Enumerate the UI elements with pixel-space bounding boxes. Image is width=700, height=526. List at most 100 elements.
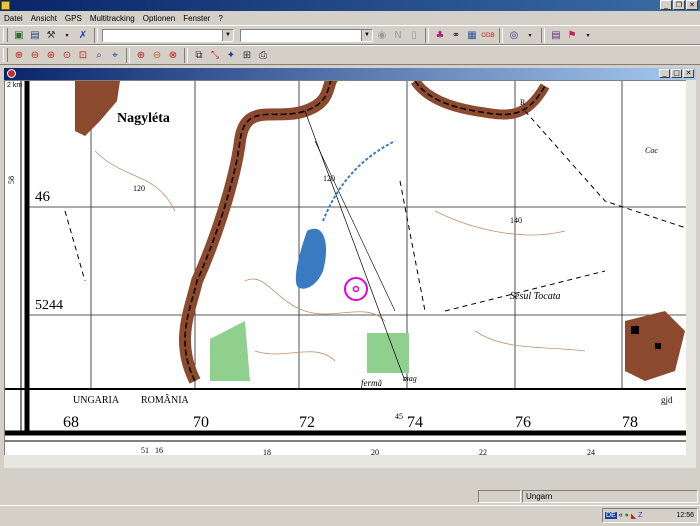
grid-label-bottom: 70 (193, 414, 209, 431)
grid-label-left: 46 (35, 189, 51, 205)
menu-datei[interactable]: Datei (0, 14, 27, 23)
separator (541, 27, 545, 43)
tracks-icon[interactable]: ♣ (433, 28, 447, 42)
zoom-back-icon[interactable]: ⌖ (108, 48, 122, 62)
network-icon[interactable]: ● (625, 512, 629, 519)
app-title-bar: _ ❐ ✕ (0, 0, 700, 11)
toolbar-main: ▣ ▤ ⚒ ▾ ✗ ▼ ▼ ◉ N ▯ ♣ ⚭ ▦ ODB ◎ ▾ ▤ ⚑ ▾ (0, 25, 700, 45)
status-bar: Ungarn (0, 488, 700, 504)
zoom-icon[interactable]: ⊛ (44, 48, 58, 62)
open-icon[interactable]: ▣ (12, 28, 26, 42)
map-view[interactable]: Nagyléta Sesul Tocata fermă UNGARIA ROMÂ… (4, 80, 696, 468)
map-label-gjd: Coc (645, 146, 658, 155)
map-selector-dropdown[interactable]: ▼ (102, 28, 234, 42)
system-tray: DE « ● ◣ Z 12:56 (602, 508, 698, 523)
chevron-down-icon[interactable]: ▼ (222, 29, 233, 41)
spot-height-label: 140 (510, 216, 522, 225)
map-label-coc: gjd (661, 395, 673, 405)
layers-icon[interactable]: ⧉ (192, 48, 206, 62)
border-label-ungaria: UNGARIA (73, 395, 120, 406)
grid-label-bottom: 76 (515, 414, 531, 431)
map-close-button[interactable]: ✕ (683, 69, 694, 78)
grid-label-bottom: 74 (407, 414, 423, 431)
cancel-icon[interactable]: ✗ (76, 28, 90, 42)
zoom-out-icon[interactable]: ⊖ (28, 48, 42, 62)
compass-icon[interactable]: ✦ (224, 48, 238, 62)
map-window-icon (7, 69, 16, 78)
menu-ansicht[interactable]: Ansicht (27, 14, 61, 23)
menu-gps[interactable]: GPS (61, 14, 86, 23)
menu-fenster[interactable]: Fenster (179, 14, 214, 23)
minimize-button[interactable]: _ (660, 0, 672, 10)
language-indicator[interactable]: DE (605, 512, 617, 519)
grid-label-small: 45 (395, 412, 403, 421)
grid-icon[interactable]: ⊞ (240, 48, 254, 62)
place-label-ferma: fermă (361, 378, 382, 388)
menu-help[interactable]: ? (214, 14, 226, 23)
grid-label-bottom: 78 (622, 414, 638, 431)
chevron-left-icon[interactable]: « (619, 512, 623, 519)
close-button[interactable]: ✕ (686, 0, 698, 10)
separator (499, 27, 503, 43)
spot-height-label: 120 (323, 174, 335, 183)
zoom-search-icon[interactable]: ⌕ (92, 48, 106, 62)
horizontal-scrollbar[interactable] (4, 455, 696, 468)
zoom-in-icon[interactable]: ⊕ (12, 48, 26, 62)
antivirus-icon[interactable]: ◣ (631, 512, 636, 520)
border-label-romania: ROMÂNIA (141, 394, 190, 406)
menu-multitracking[interactable]: Multitracking (86, 14, 139, 23)
save-icon[interactable]: ▤ (28, 28, 42, 42)
zone-icon[interactable]: Z (638, 512, 642, 519)
zoom-area-icon[interactable]: ⊙ (60, 48, 74, 62)
dropdown-arrow-icon[interactable]: ▾ (60, 28, 74, 42)
tools-icon[interactable]: ⚒ (44, 28, 58, 42)
status-region: Ungarn (522, 490, 698, 503)
map-label-r: R (520, 98, 526, 107)
map-maximize-button[interactable]: □ (671, 69, 682, 78)
eye-icon[interactable]: ◉ (375, 28, 389, 42)
document-icon[interactable]: ▯ (407, 28, 421, 42)
grid-label-bottom: 72 (299, 414, 315, 431)
grid-table-icon[interactable]: ▦ (465, 28, 479, 42)
map-minimize-button[interactable]: _ (659, 69, 670, 78)
taskbar: DE « ● ◣ Z 12:56 (0, 505, 700, 526)
notebook-icon[interactable]: ▤ (549, 28, 563, 42)
print-icon[interactable]: ⎙ (256, 48, 270, 62)
map-window-title-bar[interactable]: _ □ ✕ (4, 68, 696, 80)
separator (126, 47, 130, 63)
grid-label-bottom: 68 (63, 414, 79, 431)
menu-optionen[interactable]: Optionen (139, 14, 179, 23)
north-icon[interactable]: N (391, 28, 405, 42)
place-label-nagyleta: Nagyléta (117, 111, 170, 126)
toolbar-grip[interactable] (3, 48, 8, 62)
separator (425, 27, 429, 43)
grid-label-edge: 58 (7, 176, 16, 184)
binoculars-icon[interactable]: ⚭ (449, 28, 463, 42)
dropdown-arrow-icon[interactable]: ▾ (581, 28, 595, 42)
vertical-scrollbar[interactable] (686, 80, 696, 455)
topographic-map[interactable]: Nagyléta Sesul Tocata fermă UNGARIA ROMÂ… (5, 81, 696, 468)
add-waypoint-icon[interactable]: ⊕ (134, 48, 148, 62)
place-label-sesul-tocata: Sesul Tocata (510, 291, 560, 302)
layer-selector-dropdown[interactable]: ▼ (240, 28, 373, 42)
dropdown-arrow-icon[interactable]: ▾ (523, 28, 537, 42)
menu-bar: Datei Ansicht GPS Multitracking Optionen… (0, 11, 700, 25)
database-icon[interactable]: ODB (481, 28, 495, 42)
separator (184, 47, 188, 63)
minor-grid-label: 51 (141, 446, 149, 455)
chevron-down-icon[interactable]: ▼ (361, 29, 372, 41)
zoom-fit-icon[interactable]: ⊡ (76, 48, 90, 62)
minor-grid-label: 16 (155, 446, 163, 455)
app-icon (1, 1, 10, 10)
restore-button[interactable]: ❐ (673, 0, 685, 10)
measure-icon[interactable]: ⤡ (208, 48, 222, 62)
status-cell-empty (478, 490, 521, 503)
remove-waypoint-icon[interactable]: ⊗ (166, 48, 180, 62)
toolbar-zoom: ⊕ ⊖ ⊛ ⊙ ⊡ ⌕ ⌖ ⊕ ⊖ ⊗ ⧉ ⤡ ✦ ⊞ ⎙ (0, 45, 700, 65)
waypoint-icon[interactable]: ⊖ (150, 48, 164, 62)
map-label-mag: mag (403, 374, 417, 383)
toolbar-grip[interactable] (3, 28, 8, 42)
clock[interactable]: 12:56 (676, 512, 697, 519)
target-icon[interactable]: ◎ (507, 28, 521, 42)
route-icon[interactable]: ⚑ (565, 28, 579, 42)
